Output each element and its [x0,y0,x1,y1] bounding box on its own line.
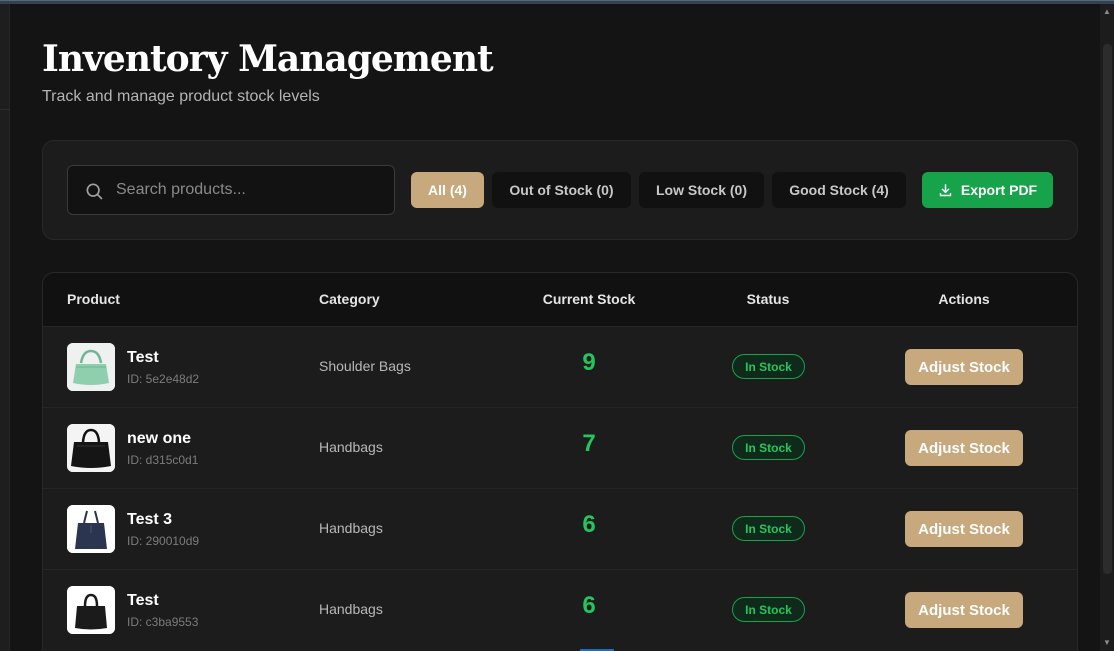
main-content: Inventory Management Track and manage pr… [10,4,1100,651]
adjust-stock-button[interactable]: Adjust Stock [905,430,1023,466]
status-badge: In Stock [732,516,805,541]
current-stock-value: 7 [582,430,596,457]
filter-good-stock-button[interactable]: Good Stock (4) [772,172,906,208]
adjust-stock-button[interactable]: Adjust Stock [905,511,1023,547]
status-badge: In Stock [732,435,805,460]
product-image-green-shoulder-bag [67,343,115,391]
current-stock-value: 6 [582,592,596,619]
scroll-up-icon[interactable]: ▲ [1103,8,1111,16]
table-row: Test 3 ID: 290010d9 Handbags 6 In Stock … [43,488,1077,569]
product-category: Shoulder Bags [319,358,411,374]
product-name: Test 3 [127,511,173,528]
export-pdf-label: Export PDF [960,182,1038,198]
current-stock-value: 9 [582,349,596,376]
product-category: Handbags [319,601,383,617]
search-icon [86,183,103,200]
header-status: Status [746,291,790,307]
product-name: Test [127,349,159,366]
table-row: Test ID: c3ba9553 Handbags 6 In Stock Ad… [43,569,1077,650]
header-actions: Actions [938,291,990,307]
product-category: Handbags [319,520,383,536]
adjust-stock-button[interactable]: Adjust Stock [905,592,1023,628]
search-input[interactable] [116,166,386,214]
filter-low-stock-button[interactable]: Low Stock (0) [639,172,764,208]
table-row: new one ID: d315c0d1 Handbags 7 In Stock… [43,407,1077,488]
status-badge: In Stock [732,597,805,622]
product-id: ID: 5e2e48d2 [127,372,200,386]
header-current-stock: Current Stock [542,291,636,307]
filter-out-of-stock-button[interactable]: Out of Stock (0) [492,172,631,208]
header-product: Product [67,291,120,307]
window-top-accent [0,0,1114,1]
header-category: Category [319,291,380,307]
table-row: Test ID: 5e2e48d2 Shoulder Bags 9 In Sto… [43,326,1077,407]
vertical-scrollbar[interactable]: ▲ ▼ [1100,4,1114,651]
filter-all-button[interactable]: All (4) [411,172,484,208]
product-id: ID: c3ba9553 [127,615,199,629]
product-image-navy-tote-bag [67,505,115,553]
product-category: Handbags [319,439,383,455]
export-pdf-button[interactable]: Export PDF [922,172,1053,208]
scroll-down-icon[interactable]: ▼ [1103,639,1111,647]
download-icon [939,183,952,196]
inventory-table: Product Category Current Stock Status Ac… [42,272,1078,651]
status-badge: In Stock [732,354,805,379]
search-box[interactable] [67,165,395,215]
left-pane-divider [0,109,10,110]
adjust-stock-button[interactable]: Adjust Stock [905,349,1023,385]
current-stock-value: 6 [582,511,596,538]
product-image-black-satchel-bag [67,586,115,634]
left-pane-edge [0,4,10,651]
product-name: Test [127,592,159,609]
product-id: ID: 290010d9 [127,534,200,548]
page-title: Inventory Management [42,38,494,80]
filter-bar: All (4) Out of Stock (0) Low Stock (0) G… [42,140,1078,240]
product-name: new one [127,430,192,447]
product-id: ID: d315c0d1 [127,453,199,467]
page-subtitle: Track and manage product stock levels [42,88,320,105]
scrollbar-thumb[interactable] [1103,44,1112,574]
table-header: Product Category Current Stock Status Ac… [43,273,1077,326]
product-image-black-handbag [67,424,115,472]
